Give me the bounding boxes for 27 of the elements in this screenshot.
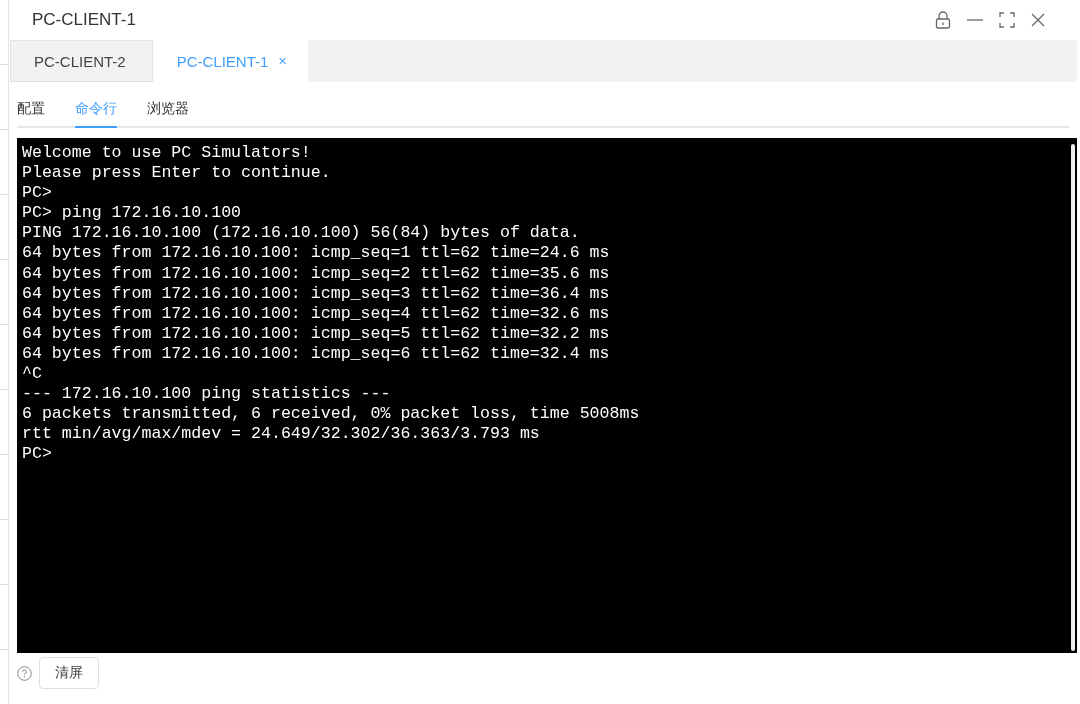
window-title: PC-CLIENT-1 [32, 10, 136, 30]
tab[interactable]: PC-CLIENT-2 [10, 40, 153, 82]
terminal-line: PING 172.16.10.100 (172.16.10.100) 56(84) bytes of data. [22, 223, 581, 244]
terminal-line: Please press Enter to continue. [22, 163, 332, 184]
clear-screen-button[interactable]: 清屏 [39, 657, 99, 689]
terminal-line: 64 bytes from 172.16.10.100: icmp_seq=5 ttl=62 time=32.2 ms [22, 323, 611, 344]
tab[interactable]: 配置 [17, 92, 45, 128]
terminal-line: 6 packets transmitted, 6 received, 0% packet loss, time 5008ms [22, 404, 640, 425]
terminal-line: 64 bytes from 172.16.10.100: icmp_seq=4 ttl=62 time=32.6 ms [22, 303, 611, 324]
terminal-line: 64 bytes from 172.16.10.100: icmp_seq=3 ttl=62 time=36.4 ms [22, 283, 611, 304]
close-icon[interactable] [1031, 13, 1045, 27]
terminal-line: --- 172.16.10.100 ping statistics --- [22, 384, 392, 405]
terminal-line: ^C [22, 364, 43, 385]
terminal[interactable] [17, 138, 1077, 653]
terminal-line: PC> ping 172.16.10.100 [22, 203, 243, 224]
terminal-line: PC> [22, 183, 53, 204]
terminal-line: 64 bytes from 172.16.10.100: icmp_seq=1 ttl=62 time=24.6 ms [22, 243, 611, 264]
terminal-line: PC> [22, 444, 53, 465]
terminal-line: 64 bytes from 172.16.10.100: icmp_seq=2 ttl=62 time=35.6 ms [22, 263, 611, 284]
terminal-line: 64 bytes from 172.16.10.100: icmp_seq=6 ttl=62 time=32.4 ms [22, 343, 611, 365]
terminal-line: rtt min/avg/max/mdev = 24.649/32.302/36.363/3.793 ms [22, 424, 541, 445]
help-icon[interactable] [17, 665, 32, 681]
terminal-line: Welcome to use PC Simulators! [22, 143, 312, 164]
maximize-icon[interactable] [999, 12, 1015, 28]
tab[interactable]: 浏览器 [147, 92, 189, 128]
scrollbar[interactable] [1071, 144, 1075, 651]
lock-icon[interactable] [935, 11, 951, 29]
